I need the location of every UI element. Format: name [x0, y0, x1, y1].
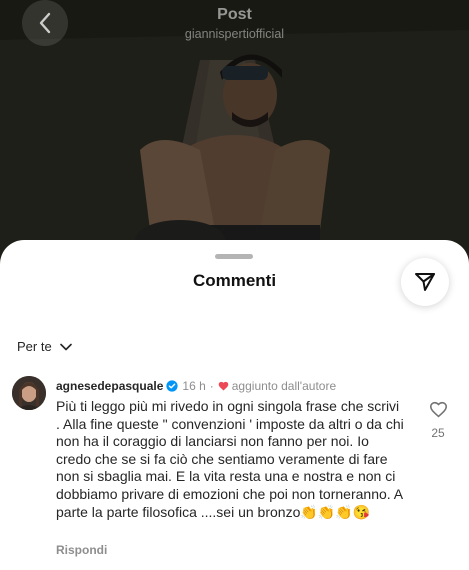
share-button[interactable] — [401, 258, 449, 306]
sheet-grabber-handle[interactable] — [215, 254, 253, 259]
filter-label: Per te — [17, 339, 52, 354]
comment-body: Più ti leggo più mi rivedo in ogni singo… — [56, 398, 404, 520]
liked-by-author-label: aggiunto dall'autore — [231, 379, 337, 393]
chevron-down-icon — [59, 343, 72, 351]
post-author-username[interactable]: giannispertiofficial — [0, 27, 469, 41]
heart-outline-icon — [429, 401, 448, 418]
comment-filter-dropdown[interactable]: Per te — [17, 339, 72, 354]
comments-sheet: Commenti Per te agnesedepasquale 16 h · … — [0, 240, 469, 570]
page-title: Post — [217, 6, 252, 23]
comment-header: agnesedepasquale 16 h · aggiunto dall'au… — [56, 379, 336, 393]
sheet-title: Commenti — [192, 271, 277, 290]
heart-filled-icon — [218, 381, 229, 391]
avatar[interactable] — [12, 376, 46, 410]
reply-button[interactable]: Rispondi — [56, 543, 107, 557]
verified-badge-icon — [166, 380, 178, 392]
paper-plane-icon — [413, 270, 437, 294]
like-count: 25 — [431, 426, 445, 440]
separator-dot: · — [209, 379, 214, 393]
comment-timestamp: 16 h — [182, 379, 206, 393]
comment-username[interactable]: agnesedepasquale — [56, 379, 163, 393]
like-button[interactable] — [428, 399, 448, 419]
